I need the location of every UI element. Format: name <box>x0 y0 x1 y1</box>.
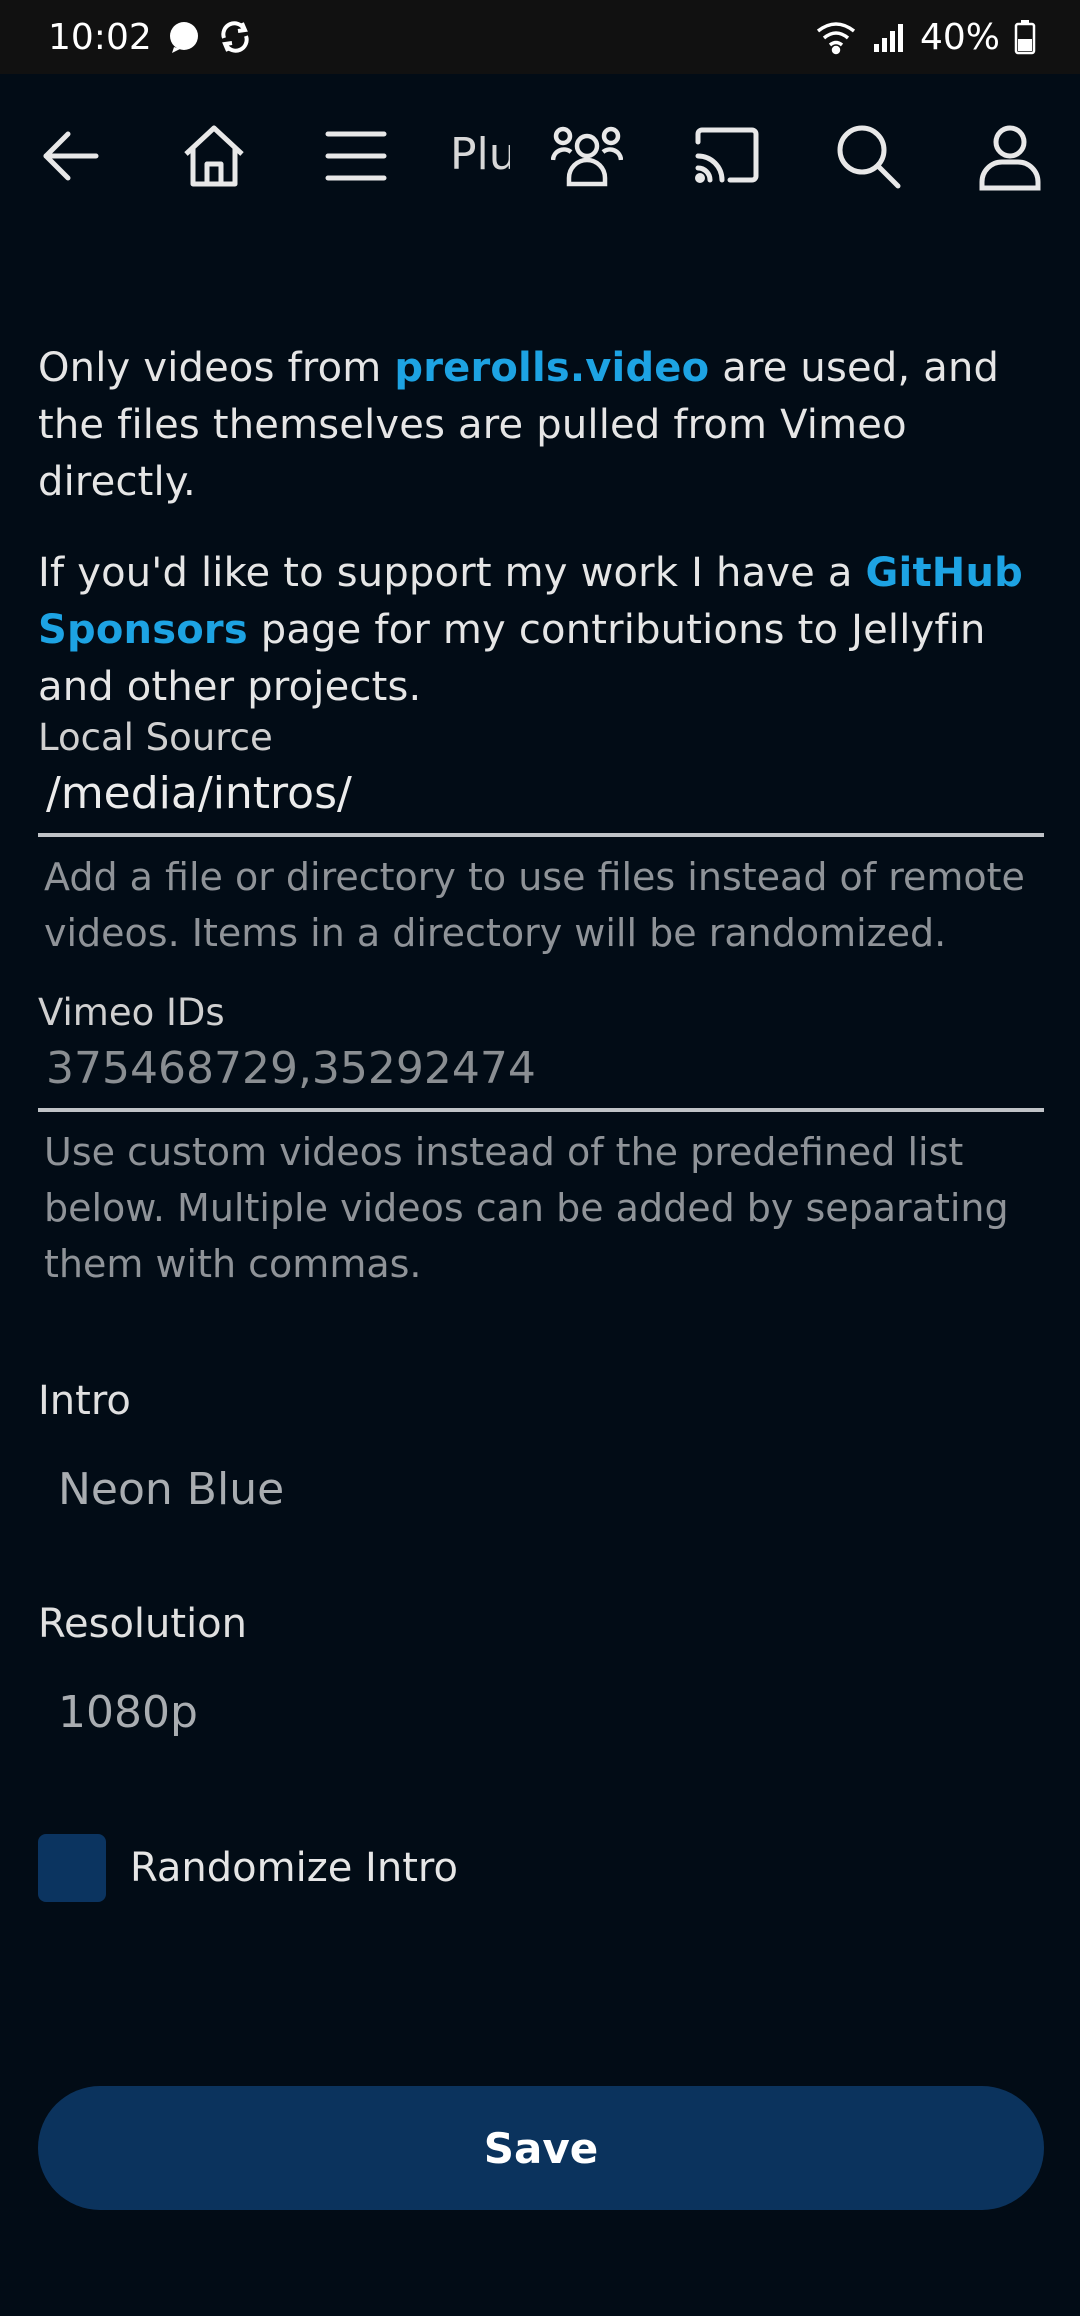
vimeo-ids-label: Vimeo IDs <box>38 991 225 1034</box>
info-text-1a: Only videos from <box>38 345 395 391</box>
cast-icon[interactable] <box>684 114 768 198</box>
signal-icon <box>872 20 906 54</box>
plugin-settings-form: Only videos from prerolls.video are used… <box>38 340 1044 1902</box>
resolution-select-group: Resolution 1080p <box>38 1601 1044 1738</box>
info-paragraph-2: If you'd like to support my work I have … <box>38 545 1044 716</box>
randomize-intro-label: Randomize Intro <box>130 1845 458 1891</box>
local-source-input[interactable]: /media/intros/ <box>38 759 1044 837</box>
info-text-2a: If you'd like to support my work I have … <box>38 550 866 596</box>
menu-icon[interactable] <box>314 114 398 198</box>
save-button[interactable]: Save <box>38 2086 1044 2210</box>
randomize-intro-checkbox[interactable] <box>38 1834 106 1902</box>
status-bar: 10:02 40% <box>0 0 1080 74</box>
status-time: 10:02 <box>48 16 152 58</box>
status-left: 10:02 <box>48 17 254 58</box>
vimeo-ids-help: Use custom videos instead of the predefi… <box>44 1130 1009 1286</box>
user-icon[interactable] <box>968 114 1052 198</box>
search-icon[interactable] <box>826 114 910 198</box>
sync-icon <box>216 18 254 56</box>
resolution-select[interactable]: 1080p <box>38 1687 1044 1738</box>
battery-text: 40% <box>919 16 1000 58</box>
battery-icon <box>1014 19 1036 55</box>
intro-select-group: Intro Neon Blue <box>38 1378 1044 1515</box>
intro-select[interactable]: Neon Blue <box>38 1464 1044 1515</box>
chat-bubble-icon <box>166 19 202 55</box>
vimeo-ids-group: Vimeo IDs 375468729,35292474 Use custom … <box>38 991 1044 1292</box>
home-icon[interactable] <box>172 114 256 198</box>
status-right: 40% <box>814 17 1036 58</box>
page-title: Plugins <box>450 129 510 180</box>
prerolls-link[interactable]: prerolls.video <box>394 345 709 391</box>
local-source-group: Local Source /media/intros/ Add a file o… <box>38 716 1044 961</box>
wifi-icon <box>814 19 858 55</box>
vimeo-ids-input[interactable]: 375468729,35292474 <box>38 1034 1044 1112</box>
randomize-intro-row[interactable]: Randomize Intro <box>38 1834 1044 1902</box>
resolution-label: Resolution <box>38 1601 248 1647</box>
back-arrow-icon[interactable] <box>30 114 114 198</box>
app-header: Plugins <box>0 74 1080 230</box>
info-paragraph-1: Only videos from prerolls.video are used… <box>38 340 1044 511</box>
intro-label: Intro <box>38 1378 131 1424</box>
local-source-label: Local Source <box>38 716 273 759</box>
users-icon[interactable] <box>545 114 629 198</box>
local-source-help: Add a file or directory to use files ins… <box>44 855 1025 955</box>
